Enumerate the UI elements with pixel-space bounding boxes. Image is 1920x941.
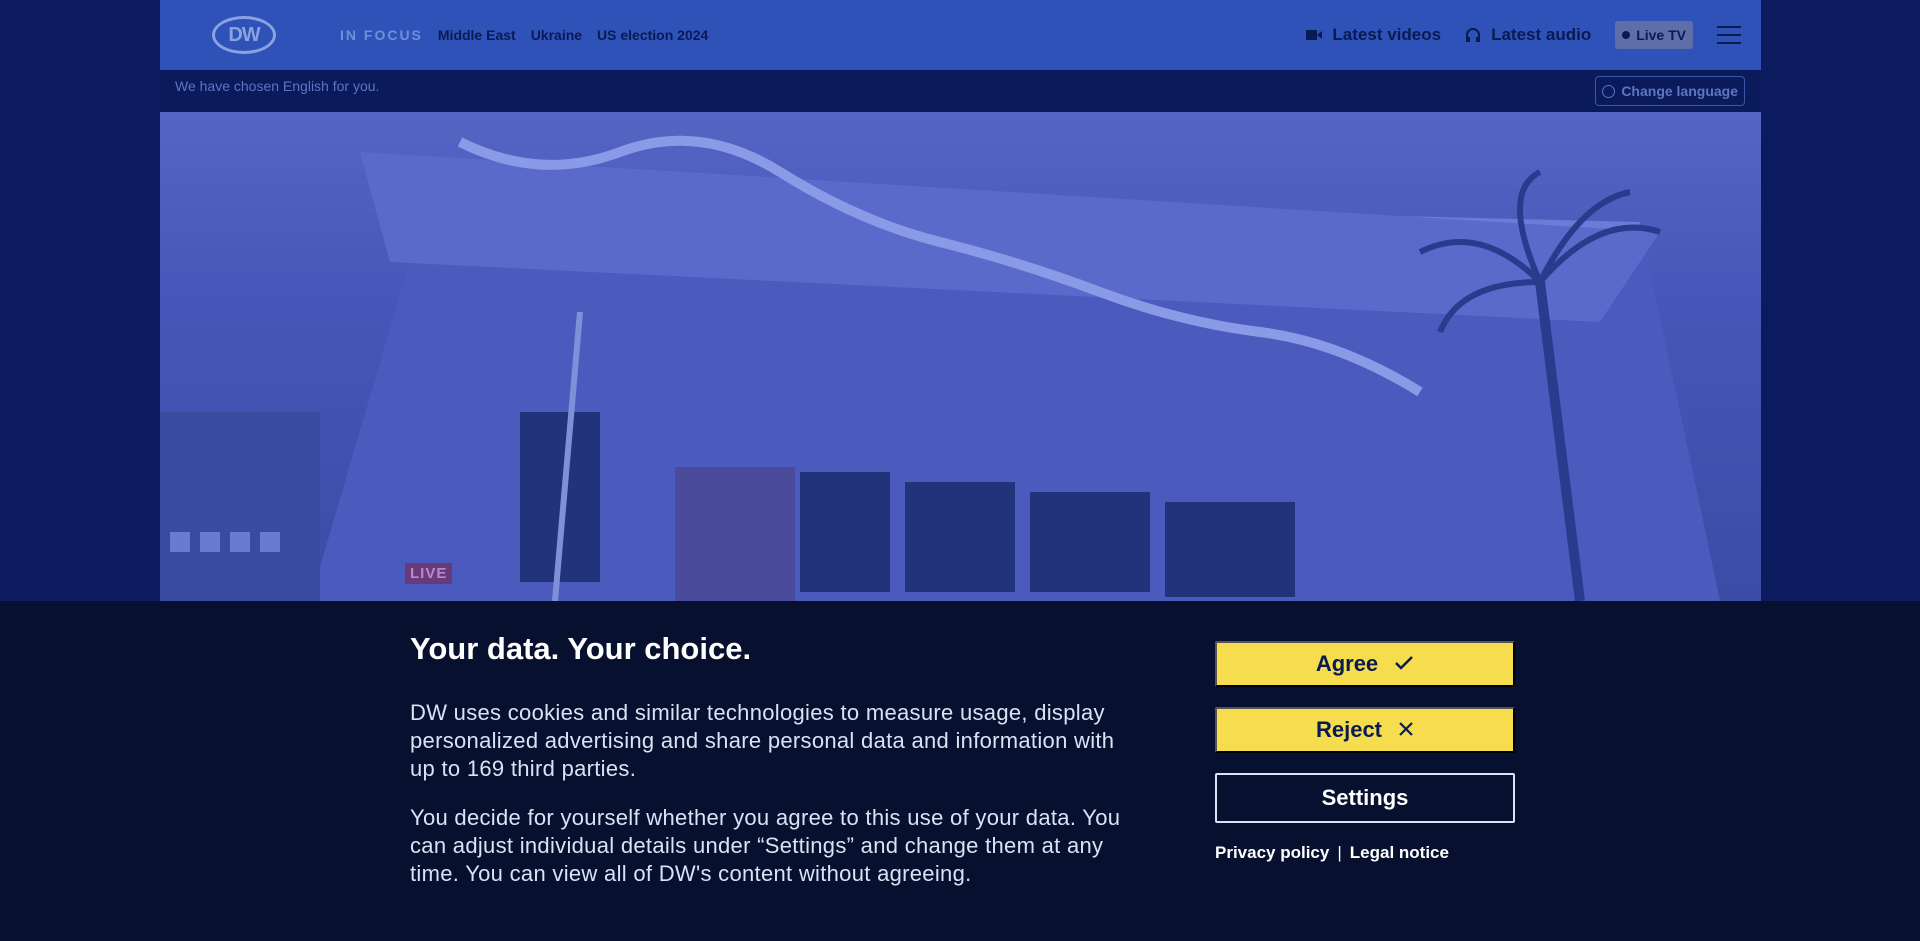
change-language-label: Change language [1621,83,1738,99]
cookie-consent-banner: Your data. Your choice. DW uses cookies … [0,601,1920,941]
cookie-paragraph-choice: You decide for yourself whether you agre… [410,805,1121,886]
cookie-paragraph-usage: DW uses cookies and similar technologies… [410,700,1115,781]
video-camera-icon [1306,28,1323,42]
legal-notice-link[interactable]: Legal notice [1350,843,1449,863]
latest-videos-link[interactable]: Latest videos [1306,25,1441,45]
hospital-building-illustration [160,135,1720,601]
dw-logo[interactable]: DW [212,16,276,54]
top-navigation-bar: DW IN FOCUS Middle East Ukraine US elect… [160,0,1761,70]
agree-button[interactable]: Agree [1215,641,1515,687]
close-icon [1398,717,1414,743]
headphones-icon [1465,28,1481,42]
in-focus-label: IN FOCUS [340,27,423,43]
change-language-button[interactable]: Change language [1595,76,1745,106]
privacy-policy-link[interactable]: Privacy policy [1215,843,1329,863]
live-tv-button[interactable]: Live TV [1615,21,1693,49]
cookie-banner-title: Your data. Your choice. [410,631,752,666]
nav-link-ukraine[interactable]: Ukraine [531,27,582,43]
language-message: We have chosen English for you. [175,78,380,94]
live-dot-icon [1622,31,1631,39]
link-separator: | [1337,843,1342,862]
hero-image[interactable]: LIVE [160,112,1761,601]
nav-link-middle-east[interactable]: Middle East [438,27,516,43]
live-tv-label: Live TV [1636,27,1686,43]
live-badge: LIVE [405,563,453,584]
globe-icon [1602,84,1616,98]
latest-audio-label: Latest audio [1491,25,1592,44]
latest-videos-label: Latest videos [1332,25,1442,44]
latest-audio-link[interactable]: Latest audio [1465,25,1591,45]
settings-button[interactable]: Settings [1215,773,1515,823]
header-actions: Latest videos Latest audio Live TV [1306,0,1741,70]
language-bar: We have chosen English for you. Change l… [160,70,1761,112]
agree-label: Agree [1315,651,1379,676]
checkmark-icon [1394,651,1414,677]
legal-links: Privacy policy | Legal notice [1215,843,1449,863]
nav-link-us-election[interactable]: US election 2024 [597,27,708,43]
focus-nav: IN FOCUS Middle East Ukraine US election… [340,0,708,70]
hamburger-menu-icon[interactable] [1717,26,1741,44]
settings-label: Settings [1321,785,1409,810]
reject-button[interactable]: Reject [1215,707,1515,753]
reject-label: Reject [1315,717,1383,742]
